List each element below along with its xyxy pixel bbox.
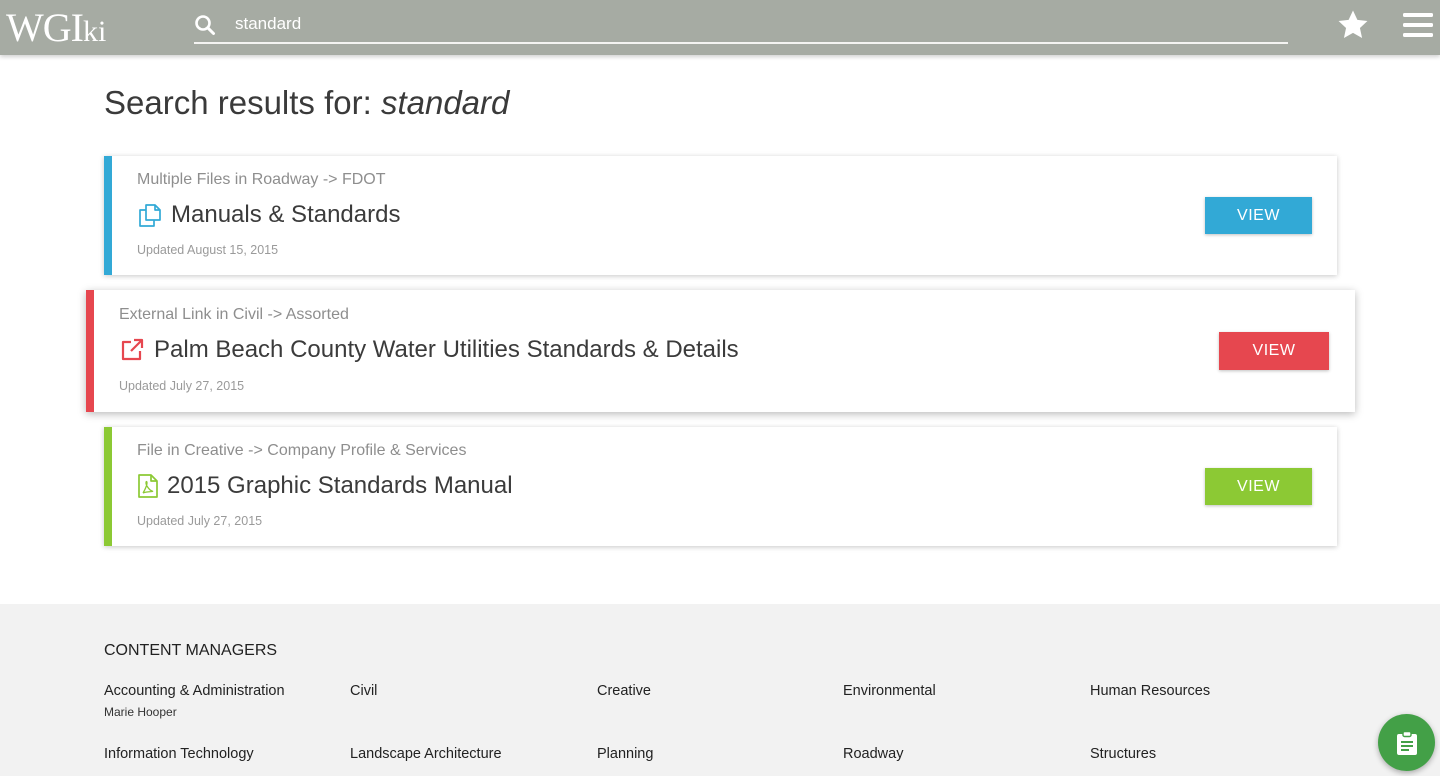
- view-button[interactable]: VIEW: [1205, 468, 1312, 505]
- content-manager-accounting[interactable]: Accounting & Administration: [104, 683, 285, 699]
- result-accent-bar: [86, 290, 94, 412]
- title-prefix: Search results for:: [104, 84, 372, 121]
- result-accent-bar: [104, 427, 112, 546]
- page-title: Search results for: standard: [104, 84, 509, 122]
- pdf-file-icon: [138, 474, 158, 498]
- logo-main: WGI: [6, 5, 84, 50]
- content-manager-planning[interactable]: Planning: [597, 746, 653, 762]
- content-manager-civil[interactable]: Civil: [350, 683, 377, 699]
- result-breadcrumb: Multiple Files in Roadway -> FDOT: [137, 171, 386, 188]
- result-breadcrumb: External Link in Civil -> Assorted: [119, 306, 349, 323]
- top-bar: WGIki: [0, 0, 1440, 55]
- result-card: File in Creative -> Company Profile & Se…: [104, 427, 1337, 546]
- result-title[interactable]: Palm Beach County Water Utilities Standa…: [154, 336, 739, 364]
- content-manager-human-resources[interactable]: Human Resources: [1090, 683, 1210, 699]
- external-link-icon: [121, 338, 144, 361]
- star-icon[interactable]: [1336, 8, 1370, 42]
- feedback-fab-button[interactable]: [1378, 714, 1435, 771]
- files-icon: [139, 204, 161, 227]
- search-icon[interactable]: [194, 14, 216, 36]
- content-manager-it[interactable]: Information Technology: [104, 746, 254, 762]
- search-input[interactable]: [235, 12, 1235, 36]
- result-updated: Updated July 27, 2015: [119, 379, 245, 393]
- result-title[interactable]: 2015 Graphic Standards Manual: [167, 472, 513, 500]
- hamburger-menu-icon[interactable]: [1403, 12, 1433, 38]
- content-manager-roadway[interactable]: Roadway: [843, 746, 903, 762]
- content-manager-structures[interactable]: Structures: [1090, 746, 1156, 762]
- logo[interactable]: WGIki: [6, 4, 106, 51]
- result-accent-bar: [104, 156, 112, 275]
- title-query: standard: [380, 84, 510, 121]
- view-button[interactable]: VIEW: [1219, 332, 1329, 370]
- result-updated: Updated July 27, 2015: [137, 514, 263, 528]
- content-manager-creative[interactable]: Creative: [597, 683, 651, 699]
- logo-suffix: ki: [82, 15, 107, 48]
- result-updated: Updated August 15, 2015: [137, 243, 279, 257]
- view-button[interactable]: VIEW: [1205, 197, 1312, 234]
- search-bar: [194, 8, 1288, 44]
- result-card: External Link in Civil -> Assorted Palm …: [86, 290, 1355, 412]
- content-manager-person[interactable]: Marie Hooper: [104, 705, 177, 719]
- result-card: Multiple Files in Roadway -> FDOT Manual…: [104, 156, 1337, 275]
- result-breadcrumb: File in Creative -> Company Profile & Se…: [137, 442, 467, 459]
- content-manager-landscape[interactable]: Landscape Architecture: [350, 746, 502, 762]
- content-managers-heading: CONTENT MANAGERS: [104, 642, 278, 659]
- content-manager-environmental[interactable]: Environmental: [843, 683, 936, 699]
- footer: CONTENT MANAGERS Accounting & Administra…: [0, 604, 1440, 776]
- result-title[interactable]: Manuals & Standards: [171, 201, 400, 229]
- clipboard-icon: [1397, 730, 1417, 755]
